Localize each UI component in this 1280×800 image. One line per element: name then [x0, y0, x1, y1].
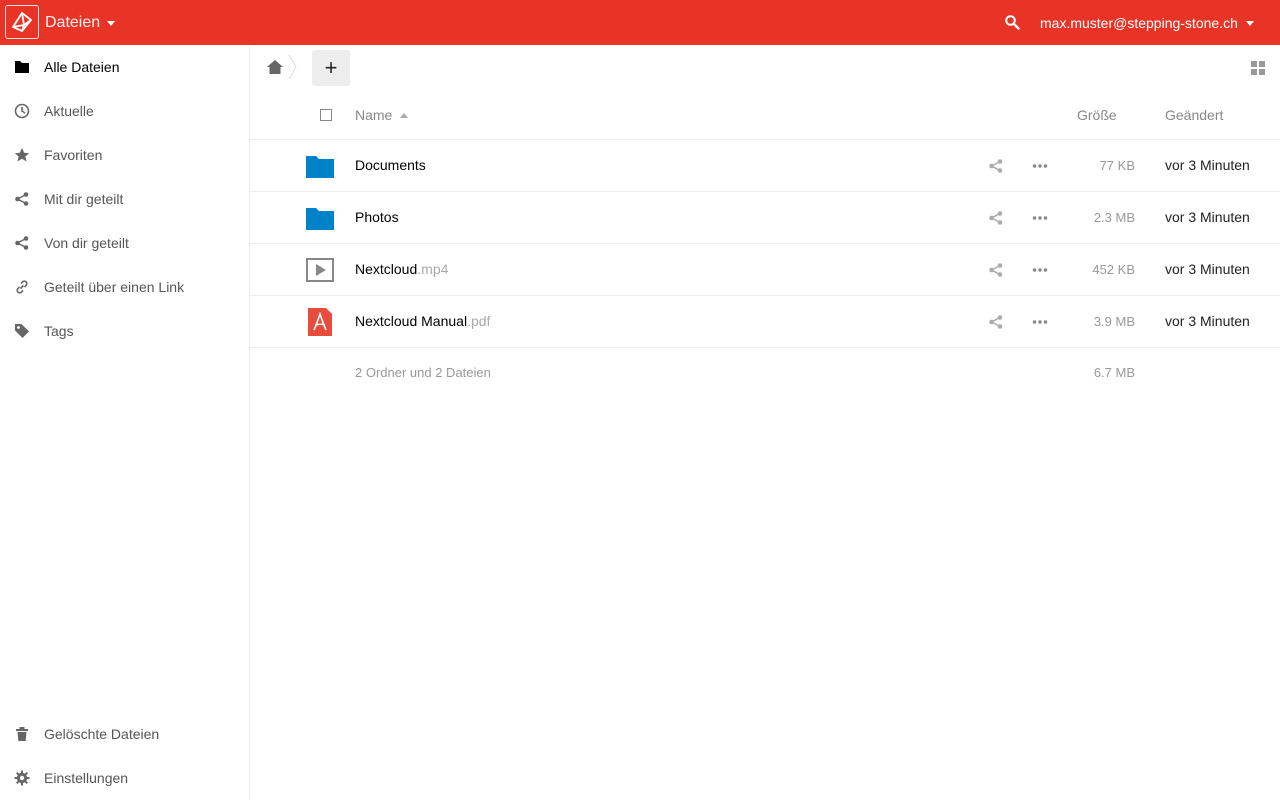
- file-size: 77 KB: [1099, 158, 1135, 173]
- table-header: Name Größe Geändert: [250, 90, 1280, 140]
- user-menu[interactable]: max.muster@stepping-stone.ch: [1040, 0, 1254, 45]
- app-menu[interactable]: Dateien: [45, 0, 116, 45]
- file-summary-size: 6.7 MB: [1093, 365, 1135, 380]
- column-header-label: Name: [355, 107, 393, 123]
- video-file-icon: [306, 258, 334, 282]
- chevron-down-icon: [1245, 21, 1254, 26]
- sidebar-item-shared-by-you[interactable]: Von dir geteilt: [0, 221, 249, 265]
- file-summary: 2 Ordner und 2 Dateien: [355, 365, 491, 380]
- file-list-area: + Name Größe Geändert Documents 77 KB vo…: [250, 45, 1280, 800]
- sort-ascending-icon: [400, 112, 409, 118]
- folder-icon: [15, 61, 29, 73]
- file-name[interactable]: Photos: [355, 192, 399, 243]
- gear-icon: [14, 770, 30, 786]
- sidebar-item-label: Favoriten: [44, 147, 103, 163]
- table-row[interactable]: Documents 77 KB vor 3 Minuten: [250, 140, 1280, 192]
- table-row[interactable]: Nextcloud Manual.pdf 3.9 MB vor 3 Minute…: [250, 296, 1280, 348]
- more-icon[interactable]: [1032, 262, 1048, 278]
- folder-icon: [306, 208, 334, 230]
- sidebar-item-settings[interactable]: Einstellungen: [0, 756, 249, 800]
- share-icon[interactable]: [988, 210, 1004, 226]
- trash-icon: [16, 727, 28, 741]
- sidebar-item-all-files[interactable]: Alle Dateien: [0, 45, 249, 89]
- share-icon[interactable]: [988, 314, 1004, 330]
- file-name[interactable]: Documents: [355, 140, 426, 191]
- more-icon[interactable]: [1032, 158, 1048, 174]
- table-row[interactable]: Nextcloud.mp4 452 KB vor 3 Minuten: [250, 244, 1280, 296]
- file-size: 3.9 MB: [1093, 314, 1135, 329]
- link-icon: [16, 280, 28, 294]
- share-icon: [15, 236, 29, 250]
- sidebar-item-label: Gelöschte Dateien: [44, 726, 160, 742]
- sidebar-item-label: Von dir geteilt: [44, 235, 129, 251]
- file-modified: vor 3 Minuten: [1165, 157, 1250, 173]
- share-icon[interactable]: [988, 262, 1004, 278]
- sidebar-item-shared-with-you[interactable]: Mit dir geteilt: [0, 177, 249, 221]
- folder-icon: [306, 156, 334, 178]
- select-all-checkbox[interactable]: [320, 109, 332, 121]
- user-email: max.muster@stepping-stone.ch: [1040, 14, 1238, 31]
- sidebar-item-label: Alle Dateien: [44, 59, 120, 75]
- sidebar-item-recent[interactable]: Aktuelle: [0, 89, 249, 133]
- breadcrumb-separator: [288, 55, 297, 79]
- share-icon[interactable]: [988, 158, 1004, 174]
- sidebar-item-label: Aktuelle: [44, 103, 94, 119]
- sidebar-item-label: Geteilt über einen Link: [44, 279, 185, 295]
- sidebar-item-label: Tags: [44, 323, 74, 339]
- pdf-file-icon: [308, 308, 332, 336]
- file-modified: vor 3 Minuten: [1165, 313, 1250, 329]
- sidebar-item-tags[interactable]: Tags: [0, 309, 249, 353]
- file-modified: vor 3 Minuten: [1165, 261, 1250, 277]
- file-modified: vor 3 Minuten: [1165, 209, 1250, 225]
- chevron-down-icon: [107, 21, 116, 26]
- column-header-size[interactable]: Größe: [1077, 90, 1117, 140]
- column-header-modified[interactable]: Geändert: [1165, 90, 1223, 140]
- more-icon[interactable]: [1032, 210, 1048, 226]
- more-icon[interactable]: [1032, 314, 1048, 330]
- top-header: Dateien max.muster@stepping-stone.ch: [0, 0, 1280, 45]
- sidebar-item-favorites[interactable]: Favoriten: [0, 133, 249, 177]
- sidebar-item-label: Mit dir geteilt: [44, 191, 124, 207]
- file-name[interactable]: Nextcloud.mp4: [355, 244, 448, 295]
- clock-icon: [14, 103, 30, 119]
- sidebar-item-deleted-files[interactable]: Gelöschte Dateien: [0, 712, 249, 756]
- column-header-name[interactable]: Name: [355, 90, 409, 140]
- app-name: Dateien: [45, 13, 101, 31]
- file-name[interactable]: Nextcloud Manual.pdf: [355, 296, 490, 347]
- table-row[interactable]: Photos 2.3 MB vor 3 Minuten: [250, 192, 1280, 244]
- app-logo[interactable]: [5, 5, 39, 39]
- tag-icon: [15, 324, 29, 338]
- file-size: 2.3 MB: [1093, 210, 1135, 225]
- search-icon[interactable]: [1004, 14, 1020, 30]
- grid-view-icon[interactable]: [1251, 61, 1265, 75]
- star-icon: [14, 148, 30, 162]
- share-icon: [15, 192, 29, 206]
- logo-icon: [11, 11, 33, 33]
- file-size: 452 KB: [1092, 262, 1135, 277]
- sidebar: Alle Dateien Aktuelle Favoriten Mit dir …: [0, 45, 250, 800]
- sidebar-item-shared-by-link[interactable]: Geteilt über einen Link: [0, 265, 249, 309]
- new-file-button[interactable]: +: [312, 50, 350, 86]
- sidebar-item-label: Einstellungen: [44, 770, 129, 786]
- home-icon[interactable]: [266, 59, 284, 75]
